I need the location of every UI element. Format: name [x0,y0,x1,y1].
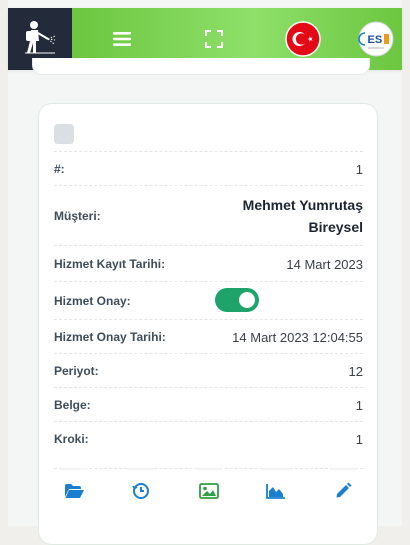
customer-name: Mehmet Yumrutaş [242,197,363,213]
images-button[interactable] [189,468,229,513]
pencil-edit-icon [336,482,352,498]
registration-date: 14 Mart 2023 [286,256,363,272]
history-button[interactable] [121,468,161,513]
clock-history-icon [132,483,150,499]
customer-label: Müşteri: [54,209,101,223]
hamburger-menu-icon [113,32,131,46]
approval-toggle[interactable] [215,288,259,312]
id-row: #: 1 [54,151,363,186]
registration-row: Hizmet Kayıt Tarihi: 14 Mart 2023 [54,245,363,282]
turkey-flag-icon [285,21,321,57]
avatar-text: ES [368,34,383,46]
folder-open-icon [65,484,84,498]
edit-button[interactable] [323,468,363,513]
previous-card-bottom [32,58,370,75]
approval-date: 14 Mart 2023 12:04:55 [232,329,363,345]
period-value: 12 [348,363,363,379]
approval-date-label: Hizmet Onay Tarihi: [54,330,166,344]
approval-row: Hizmet Onay: [54,281,363,320]
id-value: 1 [355,161,363,177]
customer-row: Müşteri: Mehmet Yumrutaş Bireysel [54,185,363,246]
period-label: Periyot: [54,364,99,378]
avatar: ES [358,21,394,57]
id-label: #: [54,162,65,176]
sketch-row: Kroki: 1 [54,421,363,456]
service-record-card: #: 1 Müşteri: Mehmet Yumrutaş Bireysel H… [38,103,378,545]
sketch-label: Kroki: [54,432,89,446]
chart-button[interactable] [256,468,296,513]
document-value: 1 [355,397,363,413]
fullscreen-icon [205,30,223,48]
period-row: Periyot: 12 [54,353,363,388]
customer-type: Bireysel [308,219,363,235]
open-folder-button[interactable] [54,468,94,513]
area-chart-icon [265,484,285,499]
image-icon [198,483,219,499]
approval-date-row: Hizmet Onay Tarihi: 14 Mart 2023 12:04:5… [54,319,363,354]
customer-value: Mehmet Yumrutaş Bireysel [243,194,363,238]
select-checkbox[interactable] [54,124,74,144]
document-row: Belge: 1 [54,387,363,422]
toggle-knob [239,292,255,308]
sketch-value: 1 [355,431,363,447]
registration-label: Hizmet Kayıt Tarihi: [54,257,166,271]
action-bar [54,468,363,513]
approval-label: Hizmet Onay: [54,294,131,308]
pest-control-sprayer-icon [25,21,56,54]
document-label: Belge: [54,398,91,412]
